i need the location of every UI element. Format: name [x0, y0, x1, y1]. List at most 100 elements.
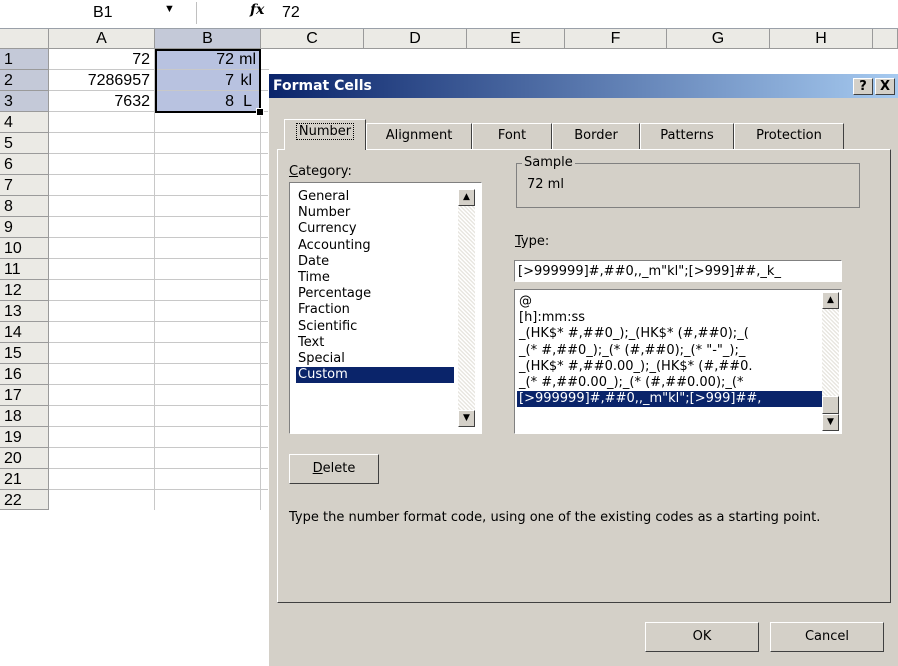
category-item-fraction[interactable]: Fraction [296, 302, 454, 318]
cell-b3[interactable]: 8 L [155, 91, 261, 112]
tab-alignment[interactable]: Alignment [366, 123, 472, 149]
category-label: Category: [289, 164, 352, 179]
row-header[interactable]: 5 [0, 133, 49, 154]
tab-number[interactable]: Number [284, 119, 366, 150]
row-header[interactable]: 10 [0, 238, 49, 259]
tab-protection[interactable]: Protection [734, 123, 844, 149]
category-item-date[interactable]: Date [296, 254, 454, 270]
row-header[interactable]: 3 [0, 91, 49, 112]
category-item-scientific[interactable]: Scientific [296, 319, 454, 335]
format-code-list[interactable]: @ [h]:mm:ss _(HK$* #,##0_);_(HK$* (#,##0… [514, 289, 842, 434]
format-code-item[interactable]: _(HK$* #,##0_);_(HK$* (#,##0);_( [517, 326, 824, 342]
category-item-special[interactable]: Special [296, 351, 454, 367]
cell-a2[interactable]: 7286957 [49, 70, 155, 91]
category-label-accel: C [289, 164, 299, 179]
cell-b1[interactable]: 72 ml [155, 49, 261, 70]
category-scrollbar[interactable]: ▲ ▼ [458, 189, 475, 427]
format-cells-dialog: Format Cells ? X Number Alignment Font B… [268, 73, 898, 666]
row-header[interactable]: 18 [0, 406, 49, 427]
row-header[interactable]: 20 [0, 448, 49, 469]
row-header[interactable]: 22 [0, 490, 49, 510]
hint-text: Type the number format code, using one o… [289, 510, 821, 525]
row-header[interactable]: 21 [0, 469, 49, 490]
dialog-title-bar[interactable]: Format Cells ? X [269, 74, 898, 98]
format-code-scrollbar[interactable]: ▲ ▼ [822, 292, 839, 431]
cell-b3-unit: L [243, 93, 252, 110]
column-a-empty-cells[interactable] [49, 112, 155, 510]
row-header[interactable]: 6 [0, 154, 49, 175]
format-code-item-selected[interactable]: [>999999]#,##0,,_m"kl";[>999]##, [517, 391, 824, 408]
scroll-up-icon[interactable]: ▲ [822, 292, 839, 309]
type-input[interactable] [514, 260, 842, 282]
format-code-item[interactable]: [h]:mm:ss [517, 310, 824, 326]
category-item-accounting[interactable]: Accounting [296, 238, 454, 254]
row-header[interactable]: 19 [0, 427, 49, 448]
column-header-h[interactable]: H [770, 29, 873, 49]
cell-b1-unit: ml [239, 51, 256, 68]
sample-label: Sample [522, 155, 575, 170]
category-item-general[interactable]: General [296, 189, 454, 205]
formula-bar: B1 ▼ fx 72 [0, 0, 898, 29]
cell-a1[interactable]: 72 [49, 49, 155, 70]
scroll-down-icon[interactable]: ▼ [458, 410, 475, 427]
column-header-c[interactable]: C [261, 29, 364, 49]
row-header[interactable]: 11 [0, 259, 49, 280]
column-header-e[interactable]: E [467, 29, 565, 49]
column-header-b[interactable]: B [155, 29, 261, 49]
scroll-up-icon[interactable]: ▲ [458, 189, 475, 206]
column-header-a[interactable]: A [49, 29, 155, 49]
category-list[interactable]: General Number Currency Accounting Date … [289, 182, 482, 434]
close-button[interactable]: X [875, 78, 895, 95]
format-code-item[interactable]: _(HK$* #,##0.00_);_(HK$* (#,##0. [517, 359, 824, 375]
cancel-button[interactable]: Cancel [770, 622, 884, 652]
sample-value: 72 ml [527, 177, 564, 192]
row-header[interactable]: 17 [0, 385, 49, 406]
row-header[interactable]: 8 [0, 196, 49, 217]
tab-patterns[interactable]: Patterns [640, 123, 734, 149]
category-item-percentage[interactable]: Percentage [296, 286, 454, 302]
row-header[interactable]: 7 [0, 175, 49, 196]
column-header-d[interactable]: D [364, 29, 467, 49]
select-all-corner[interactable] [0, 29, 49, 49]
format-code-item[interactable]: _(* #,##0.00_);_(* (#,##0.00);_(* [517, 375, 824, 391]
column-header-g[interactable]: G [667, 29, 770, 49]
column-header-f[interactable]: F [565, 29, 667, 49]
row-header[interactable]: 16 [0, 364, 49, 385]
dialog-title: Format Cells [273, 78, 372, 94]
category-label-text: ategory: [298, 164, 352, 179]
cell-b2[interactable]: 7 kl [155, 70, 261, 91]
cell-b2-unit: kl [240, 72, 252, 89]
tab-font[interactable]: Font [472, 123, 552, 149]
delete-button[interactable]: Delete [289, 454, 379, 484]
formula-input[interactable]: 72 [282, 4, 300, 22]
row-header[interactable]: 1 [0, 49, 49, 70]
row-header[interactable]: 9 [0, 217, 49, 238]
category-item-time[interactable]: Time [296, 270, 454, 286]
row-header[interactable]: 12 [0, 280, 49, 301]
format-code-items: @ [h]:mm:ss _(HK$* #,##0_);_(HK$* (#,##0… [517, 294, 824, 408]
column-header-i[interactable] [873, 29, 898, 49]
fill-handle[interactable] [256, 108, 264, 116]
column-b-empty-cells[interactable] [155, 112, 261, 510]
tab-border[interactable]: Border [552, 123, 640, 149]
category-item-custom[interactable]: Custom [296, 367, 454, 384]
function-icon[interactable]: fx [250, 2, 264, 18]
name-box[interactable]: B1 ▼ [0, 2, 197, 24]
scroll-thumb[interactable] [822, 396, 839, 414]
format-code-item[interactable]: @ [517, 294, 824, 310]
row-header[interactable]: 14 [0, 322, 49, 343]
tab-number-label: Number [295, 123, 355, 140]
cell-a3[interactable]: 7632 [49, 91, 155, 112]
row-header[interactable]: 4 [0, 112, 49, 133]
ok-button[interactable]: OK [645, 622, 759, 652]
name-box-dropdown-icon[interactable]: ▼ [164, 3, 175, 15]
category-item-number[interactable]: Number [296, 205, 454, 221]
category-item-text[interactable]: Text [296, 335, 454, 351]
row-header[interactable]: 15 [0, 343, 49, 364]
row-header[interactable]: 13 [0, 301, 49, 322]
category-item-currency[interactable]: Currency [296, 221, 454, 237]
help-button[interactable]: ? [853, 78, 873, 95]
row-header[interactable]: 2 [0, 70, 49, 91]
format-code-item[interactable]: _(* #,##0_);_(* (#,##0);_(* "-"_);_ [517, 343, 824, 359]
scroll-down-icon[interactable]: ▼ [822, 414, 839, 431]
